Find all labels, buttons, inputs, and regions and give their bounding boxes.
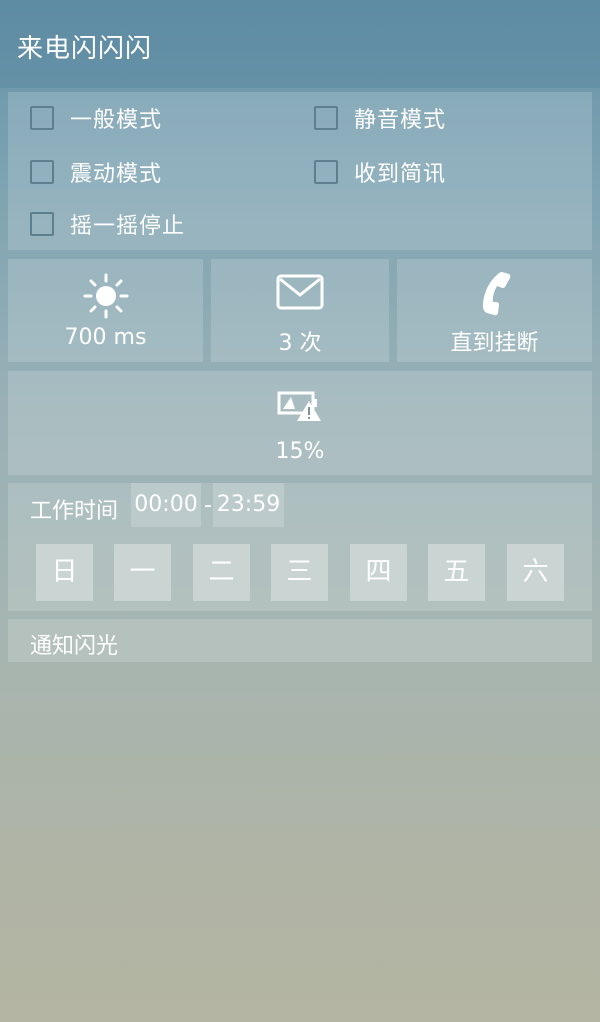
- flash-interval-tile[interactable]: 700 ms: [8, 259, 203, 362]
- app-title: 来电闪闪闪: [17, 34, 153, 64]
- notification-flash-label: 通知闪光: [30, 634, 119, 659]
- checkbox-box[interactable]: [30, 106, 54, 130]
- work-start-time[interactable]: 00:00: [131, 483, 201, 527]
- mode-panel: 一般模式 静音模式 震动模式 收到简讯 摇一摇停止: [8, 92, 592, 250]
- checkbox-label: 静音模式: [354, 108, 447, 133]
- time-separator: -: [204, 493, 212, 518]
- checkbox-label: 收到简讯: [354, 162, 447, 187]
- title-bar: 来电闪闪闪: [0, 0, 600, 88]
- checkbox-label: 震动模式: [70, 162, 163, 187]
- sun-icon: [83, 273, 128, 319]
- day-tuesday[interactable]: 二: [193, 544, 250, 601]
- checkbox-vibrate-mode[interactable]: 震动模式: [30, 152, 162, 192]
- checkbox-normal-mode[interactable]: 一般模式: [30, 98, 162, 138]
- repeat-count-value: 3 次: [278, 331, 322, 356]
- checkbox-box[interactable]: [30, 212, 54, 236]
- checkbox-shake-stop[interactable]: 摇一摇停止: [30, 204, 185, 244]
- duration-tile[interactable]: 直到挂断: [397, 259, 592, 362]
- day-monday[interactable]: 一: [114, 544, 171, 601]
- repeat-count-tile[interactable]: 3 次: [211, 259, 389, 362]
- work-time-label: 工作时间: [30, 499, 119, 524]
- day-friday[interactable]: 五: [428, 544, 485, 601]
- battery-threshold-value: 15%: [275, 439, 325, 464]
- battery-threshold-tile[interactable]: 15%: [8, 371, 592, 475]
- phone-icon: [482, 272, 510, 316]
- notification-flash-row[interactable]: 通知闪光: [8, 619, 592, 662]
- duration-value: 直到挂断: [450, 331, 539, 356]
- checkbox-sms[interactable]: 收到简讯: [314, 152, 446, 192]
- checkbox-box[interactable]: [314, 106, 338, 130]
- work-end-time[interactable]: 23:59: [213, 483, 284, 527]
- checkbox-label: 摇一摇停止: [70, 214, 186, 239]
- day-thursday[interactable]: 四: [350, 544, 407, 601]
- checkbox-label: 一般模式: [70, 108, 163, 133]
- checkbox-box[interactable]: [314, 160, 338, 184]
- checkbox-silent-mode[interactable]: 静音模式: [314, 98, 446, 138]
- day-sunday[interactable]: 日: [36, 544, 93, 601]
- envelope-icon: [276, 274, 324, 310]
- checkbox-box[interactable]: [30, 160, 54, 184]
- flash-interval-value: 700 ms: [64, 325, 147, 350]
- work-time-panel: 工作时间 00:00 - 23:59 日 一 二 三 四 五 六: [8, 483, 592, 611]
- low-battery-warning-icon: [277, 391, 321, 421]
- day-saturday[interactable]: 六: [507, 544, 564, 601]
- day-wednesday[interactable]: 三: [271, 544, 328, 601]
